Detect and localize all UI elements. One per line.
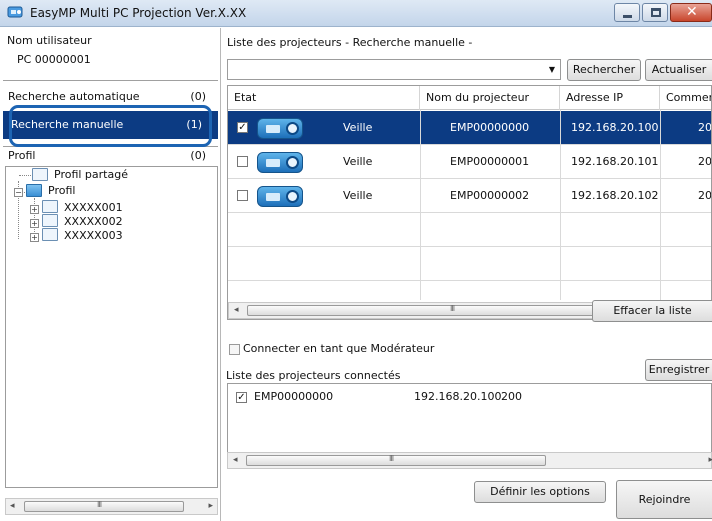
row-ip: 192.168.20.100 (571, 121, 659, 134)
user-name-label: Nom utilisateur (7, 34, 92, 47)
column-divider (420, 110, 421, 300)
moderator-label: Connecter en tant que Modérateur (243, 342, 435, 355)
search-button[interactable]: Rechercher (567, 59, 641, 81)
tree-label: XXXXX003 (64, 229, 123, 242)
scroll-right-icon[interactable]: ▸ (208, 501, 213, 511)
dropdown-arrow-icon[interactable]: ▼ (549, 65, 555, 74)
left-panel: Nom utilisateur PC 00000001 Recherche au… (0, 28, 221, 521)
row-checkbox[interactable] (237, 156, 248, 167)
column-divider (560, 110, 561, 300)
connected-list-title: Liste des projecteurs connectés (226, 369, 401, 382)
tree-line (34, 198, 35, 238)
folder-icon (42, 200, 58, 213)
collapse-icon[interactable]: − (14, 188, 23, 197)
tree-label: Profil (48, 184, 76, 197)
tree-label: XXXXX001 (64, 201, 123, 214)
save-button[interactable]: Enregistrer (645, 359, 712, 381)
folder-icon (42, 214, 58, 227)
close-icon: ✕ (686, 4, 698, 20)
row-status: Veille (343, 155, 373, 168)
connected-ip: 192.168.20.100 (414, 390, 502, 403)
row-comment: 20 (698, 189, 712, 202)
search-auto-label: Recherche automatique (8, 90, 140, 103)
row-name: EMP00000000 (450, 121, 530, 134)
row-checkbox[interactable]: ✓ (237, 122, 248, 133)
column-header-ip[interactable]: Adresse IP (560, 86, 660, 110)
tree-label: Profil partagé (54, 168, 128, 181)
folder-icon (26, 184, 42, 197)
projector-icon (257, 186, 303, 207)
search-auto-item[interactable]: Recherche automatique (0) (3, 88, 218, 106)
user-name-value: PC 00000001 (17, 53, 91, 66)
refresh-button[interactable]: Actualiser (645, 59, 712, 81)
table-row (228, 213, 711, 247)
folder-icon (42, 228, 58, 241)
profile-item[interactable]: Profil (0) (3, 146, 218, 164)
scroll-grip: III (450, 304, 455, 313)
projector-icon (257, 152, 303, 173)
divider (3, 80, 218, 81)
connected-horizontal-scrollbar[interactable]: ◂ III ▸ (227, 452, 712, 469)
set-options-button[interactable]: Définir les options (474, 481, 606, 503)
search-auto-count: (0) (190, 90, 206, 103)
column-divider (660, 110, 661, 300)
row-ip: 192.168.20.101 (571, 155, 659, 168)
scroll-left-icon[interactable]: ◂ (234, 305, 239, 315)
moderator-checkbox[interactable] (229, 344, 240, 355)
row-comment: 20 (698, 121, 712, 134)
app-icon (7, 6, 23, 18)
minimize-icon (623, 15, 632, 18)
expand-icon[interactable]: + (30, 219, 39, 228)
row-name: EMP00000001 (450, 155, 530, 168)
tree-line (19, 175, 31, 176)
scroll-thumb[interactable]: III (246, 454, 546, 466)
window-title: EasyMP Multi PC Projection Ver.X.XX (30, 6, 247, 20)
connected-name: EMP00000000 (254, 390, 334, 403)
scroll-left-icon[interactable]: ◂ (10, 501, 15, 511)
connected-comment: 200 (501, 390, 522, 403)
minimize-button[interactable] (614, 3, 640, 22)
table-row[interactable]: ✓ Veille EMP00000000 192.168.20.100 20 (228, 111, 711, 145)
profile-label: Profil (8, 149, 36, 162)
profile-count: (0) (190, 149, 206, 162)
column-header-name[interactable]: Nom du projecteur (420, 86, 560, 110)
close-button[interactable]: ✕ (670, 3, 712, 22)
table-row[interactable]: Veille EMP00000002 192.168.20.102 20 (228, 179, 711, 213)
row-status: Veille (343, 189, 373, 202)
join-button[interactable]: Rejoindre (616, 480, 712, 519)
table-row[interactable]: Veille EMP00000001 192.168.20.101 20 (228, 145, 711, 179)
row-checkbox[interactable] (237, 190, 248, 201)
column-header-comment[interactable]: Comment (660, 86, 711, 110)
row-name: EMP00000002 (450, 189, 530, 202)
scroll-thumb[interactable]: III (24, 500, 184, 512)
title-bar: EasyMP Multi PC Projection Ver.X.XX ✕ (0, 0, 712, 27)
projector-table: Etat Nom du projecteur Adresse IP Commen… (227, 85, 712, 320)
folder-icon (32, 168, 48, 181)
column-header-status[interactable]: Etat (228, 86, 420, 110)
row-ip: 192.168.20.102 (571, 189, 659, 202)
left-horizontal-scrollbar[interactable]: ◂ III ▸ (5, 498, 218, 515)
row-comment: 20 (698, 155, 712, 168)
projector-icon (257, 118, 303, 139)
maximize-button[interactable] (642, 3, 668, 22)
connected-checkbox[interactable]: ✓ (236, 392, 247, 403)
right-panel: Liste des projecteurs - Recherche manuel… (222, 28, 712, 521)
scroll-grip: III (97, 500, 102, 509)
maximize-icon (651, 8, 661, 17)
scroll-grip: III (389, 454, 394, 463)
tree-label: XXXXX002 (64, 215, 123, 228)
expand-icon[interactable]: + (30, 205, 39, 214)
scroll-left-icon[interactable]: ◂ (233, 455, 238, 465)
search-combobox[interactable]: ▼ (227, 59, 561, 80)
expand-icon[interactable]: + (30, 233, 39, 242)
clear-list-button[interactable]: Effacer la liste (592, 300, 712, 322)
table-row (228, 247, 711, 281)
table-header: Etat Nom du projecteur Adresse IP Commen… (228, 86, 711, 110)
scroll-right-icon[interactable]: ▸ (708, 455, 712, 465)
projector-list-title: Liste des projecteurs - Recherche manuel… (227, 36, 473, 49)
highlight-ring (9, 105, 212, 147)
row-status: Veille (343, 121, 373, 134)
profile-tree: Profil partagé − Profil + XXXXX001 + XXX… (5, 166, 218, 488)
